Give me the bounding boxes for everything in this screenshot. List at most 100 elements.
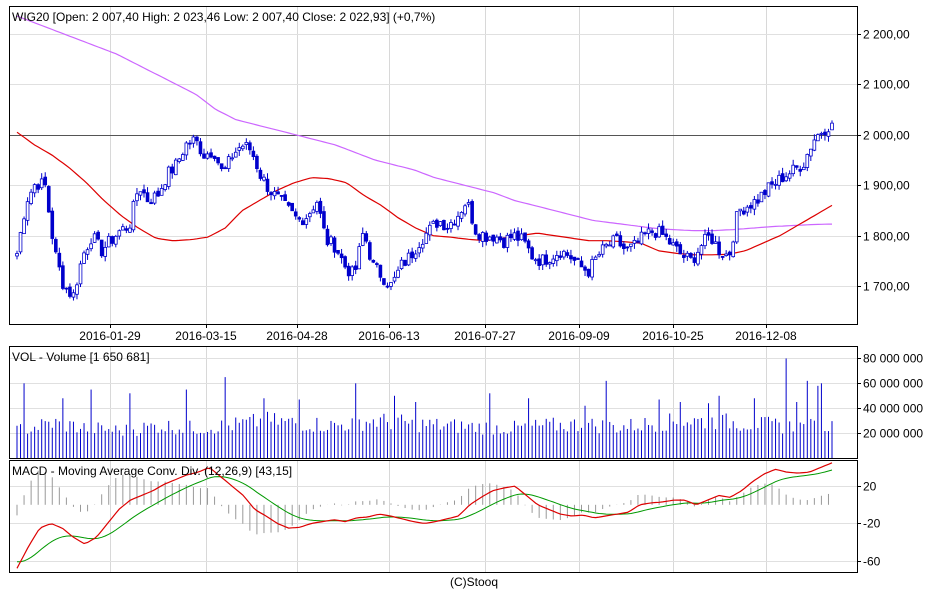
candle-body	[710, 233, 714, 244]
candle-body	[420, 243, 425, 249]
y-tick-label: 1 800,00	[863, 230, 910, 244]
candle-body	[241, 145, 245, 150]
candle-body	[456, 215, 460, 227]
candle-body	[43, 176, 48, 186]
volume-y-tick-label: 40 000 000	[863, 402, 923, 416]
candle-body	[216, 157, 220, 164]
candle-body	[480, 232, 485, 242]
candle-body	[32, 184, 37, 194]
candle-body	[784, 176, 788, 182]
candle-body	[431, 220, 436, 224]
candle-body	[777, 174, 781, 186]
candle-body	[39, 178, 44, 189]
candle-body	[417, 247, 422, 254]
candle-body	[562, 250, 566, 258]
candle-body	[696, 251, 700, 265]
candle-body	[537, 258, 541, 266]
candle-body	[251, 150, 256, 158]
candle-body	[682, 255, 686, 258]
candle-body	[463, 205, 467, 215]
candle-body	[128, 227, 132, 233]
candle-body	[96, 231, 100, 240]
candle-body	[375, 263, 379, 265]
candle-body	[452, 223, 457, 226]
candle-body	[540, 254, 545, 266]
candle-body	[117, 230, 122, 237]
candle-body	[396, 269, 400, 278]
candle-body	[166, 166, 171, 187]
candle-body	[509, 233, 513, 239]
candle-body	[276, 191, 280, 195]
candle-body	[212, 155, 217, 159]
candle-body	[770, 181, 774, 185]
candle-body	[36, 184, 40, 190]
candle-body	[766, 182, 771, 197]
candle-body	[255, 155, 259, 169]
candle-body	[713, 241, 718, 244]
candle-body	[738, 208, 743, 212]
candle-body	[25, 201, 30, 221]
candle-body	[339, 253, 344, 259]
x-tick-label: 2016-07-27	[454, 329, 516, 343]
candle-body	[445, 227, 450, 230]
candle-body	[734, 211, 739, 243]
candle-body	[410, 251, 414, 259]
candle-body	[156, 190, 160, 197]
candle-body	[477, 234, 481, 240]
candle-body	[809, 148, 813, 157]
candle-body	[145, 192, 150, 203]
candle-body	[300, 220, 305, 226]
candle-body	[121, 226, 125, 231]
candle-body	[787, 173, 792, 179]
candle-body	[611, 235, 616, 248]
volume-chart-title: VOL - Volume [1 650 681]	[12, 350, 150, 364]
candle-body	[85, 249, 90, 255]
candle-body	[636, 240, 640, 243]
candle-body	[283, 194, 287, 201]
macd-chart-title: MACD - Moving Average Conv. Div. (12,26,…	[12, 464, 292, 478]
candle-body	[625, 246, 630, 249]
candle-body	[170, 166, 175, 174]
macd-y-tick-label: -60	[863, 555, 881, 569]
candle-body	[142, 189, 146, 194]
candle-body	[516, 230, 520, 241]
candle-body	[664, 233, 668, 237]
candle-body	[442, 219, 446, 231]
candle-body	[512, 232, 517, 240]
candle-body	[593, 256, 598, 260]
candle-body	[576, 258, 580, 260]
candle-body	[629, 243, 633, 247]
candle-body	[689, 253, 693, 258]
x-tick-label: 2016-10-25	[642, 329, 704, 343]
volume-y-tick-label: 60 000 000	[863, 377, 923, 391]
candle-body	[385, 285, 390, 288]
candle-body	[724, 253, 728, 256]
candle-body	[177, 158, 182, 162]
candle-body	[258, 169, 263, 179]
candle-body	[315, 201, 319, 212]
candle-body	[198, 141, 203, 155]
candle-body	[68, 286, 72, 297]
candle-body	[297, 217, 302, 220]
candle-body	[269, 192, 273, 196]
candle-body	[495, 236, 499, 244]
y-tick-label: 2 000,00	[863, 129, 910, 143]
candle-body	[622, 243, 626, 250]
candle-body	[597, 254, 601, 257]
candle-body	[219, 163, 224, 170]
candle-body	[357, 246, 362, 270]
candle-body	[248, 142, 252, 151]
candle-body	[678, 244, 683, 255]
candle-body	[181, 154, 185, 161]
candle-body	[583, 266, 587, 271]
candle-body	[773, 183, 778, 186]
candle-body	[290, 202, 294, 212]
candle-body	[646, 228, 651, 234]
candle-body	[530, 247, 534, 260]
x-tick-label: 2016-01-29	[79, 329, 141, 343]
candle-body	[413, 253, 418, 259]
candle-body	[798, 168, 803, 172]
candle-body	[551, 258, 556, 264]
candle-body	[202, 153, 206, 159]
x-tick-label: 2016-06-13	[358, 329, 420, 343]
